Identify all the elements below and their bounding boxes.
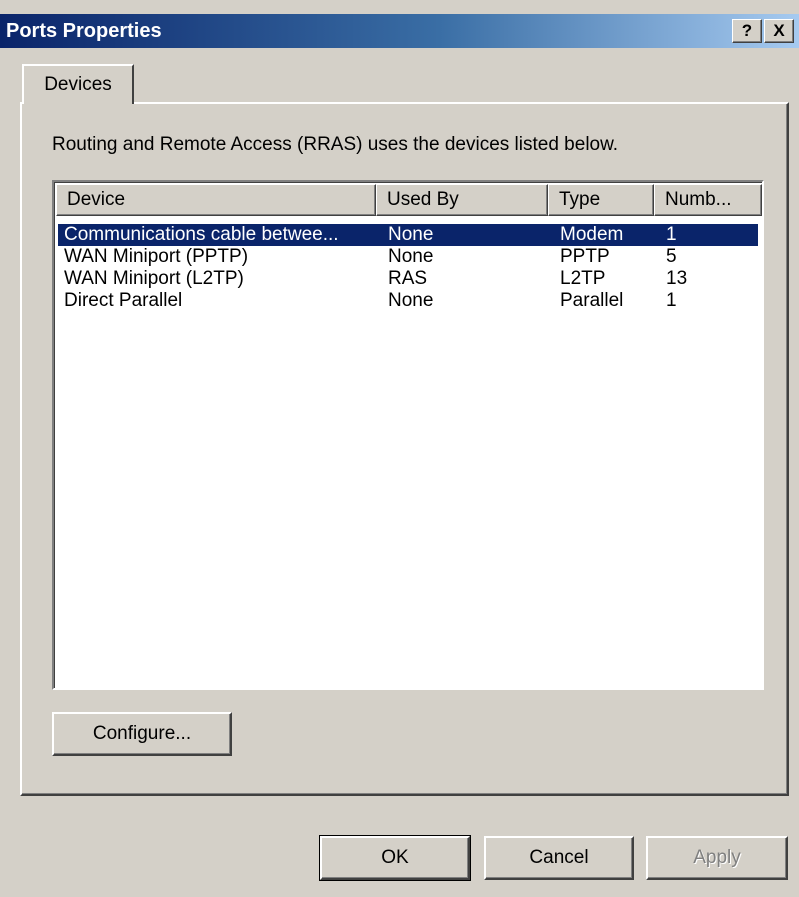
table-row[interactable]: WAN Miniport (L2TP) RAS L2TP 13 bbox=[58, 268, 758, 290]
cell-type: L2TP bbox=[560, 268, 606, 289]
cell-number: 13 bbox=[666, 268, 688, 289]
table-row[interactable]: Communications cable betwee... None Mode… bbox=[58, 224, 758, 246]
cell-device: Communications cable betwee... bbox=[64, 224, 339, 245]
title-bar[interactable]: Ports Properties ? X bbox=[0, 14, 799, 48]
close-button[interactable]: X bbox=[764, 19, 794, 43]
cell-device: WAN Miniport (L2TP) bbox=[64, 268, 244, 289]
description-text: Routing and Remote Access (RRAS) uses th… bbox=[52, 134, 619, 155]
column-header-device[interactable]: Device bbox=[56, 184, 376, 216]
table-row[interactable]: Direct Parallel None Parallel 1 bbox=[58, 290, 758, 312]
help-button[interactable]: ? bbox=[732, 19, 762, 43]
cell-device: WAN Miniport (PPTP) bbox=[64, 246, 249, 267]
cell-used-by: None bbox=[388, 290, 434, 311]
cell-type: PPTP bbox=[560, 246, 610, 267]
cell-type: Modem bbox=[560, 224, 624, 245]
tab-devices[interactable]: Devices bbox=[22, 64, 134, 104]
cell-used-by: None bbox=[388, 246, 434, 267]
cancel-button[interactable]: Cancel bbox=[484, 836, 634, 880]
cell-number: 1 bbox=[666, 290, 677, 311]
column-header-type[interactable]: Type bbox=[548, 184, 654, 216]
cell-number: 1 bbox=[666, 224, 677, 245]
ok-button[interactable]: OK bbox=[319, 835, 471, 881]
column-header-number[interactable]: Numb... bbox=[654, 184, 762, 216]
column-header-used-by[interactable]: Used By bbox=[376, 184, 548, 216]
cell-number: 5 bbox=[666, 246, 677, 267]
list-header: Device Used By Type Numb... bbox=[56, 184, 762, 216]
cell-device: Direct Parallel bbox=[64, 290, 183, 311]
table-row[interactable]: WAN Miniport (PPTP) None PPTP 5 bbox=[58, 246, 758, 268]
cell-used-by: RAS bbox=[388, 268, 428, 289]
configure-button[interactable]: Configure... bbox=[52, 712, 232, 756]
cell-type: Parallel bbox=[560, 290, 624, 311]
window-title: Ports Properties bbox=[6, 20, 162, 42]
device-list[interactable]: Device Used By Type Numb... Communicatio… bbox=[52, 180, 764, 690]
cell-used-by: None bbox=[388, 224, 434, 245]
apply-button[interactable]: Apply bbox=[646, 836, 788, 880]
